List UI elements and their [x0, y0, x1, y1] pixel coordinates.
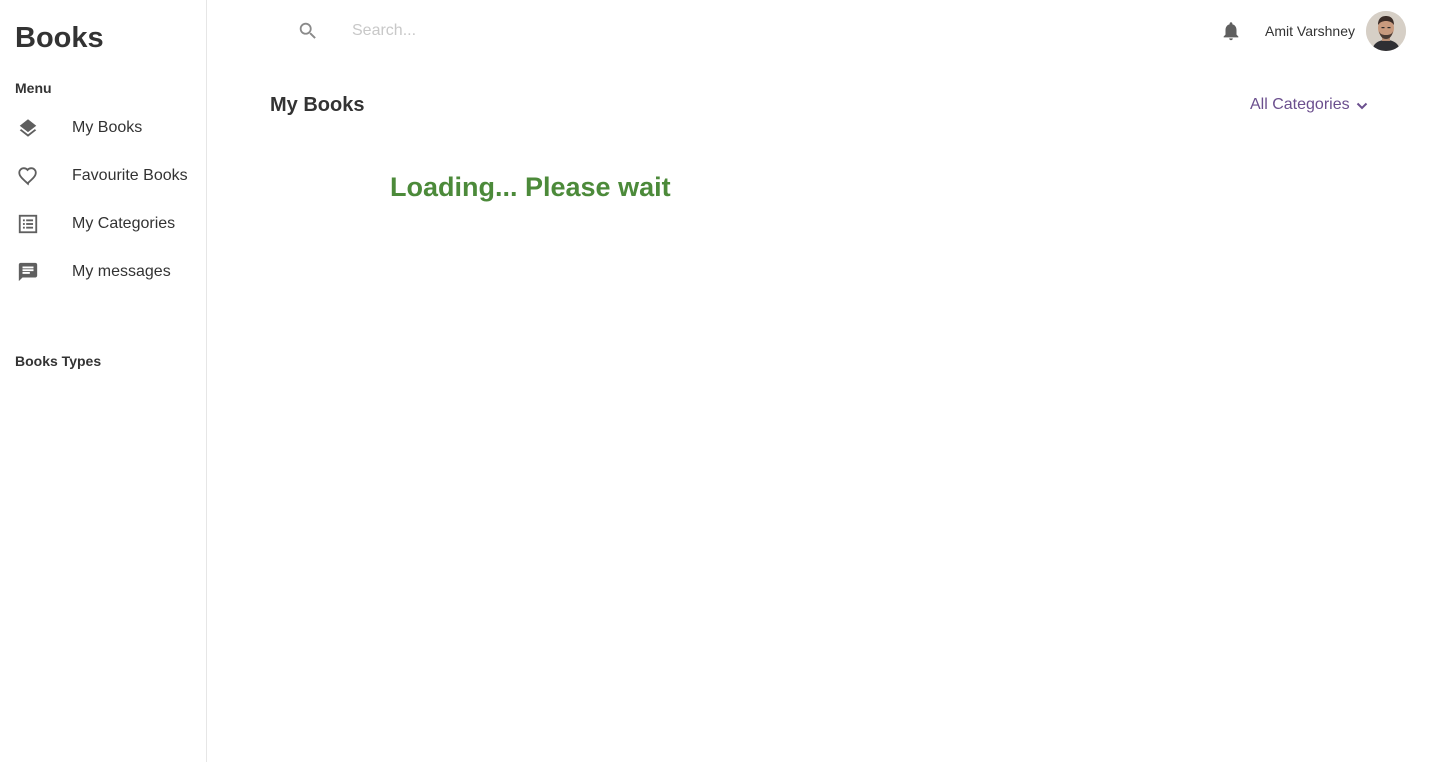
- page-title: My Books: [270, 94, 365, 116]
- list-icon: [17, 213, 39, 235]
- chevron-down-icon: [1356, 99, 1368, 111]
- sidebar-item-my-books[interactable]: My Books: [0, 108, 206, 148]
- sidebar-item-label: My messages: [72, 263, 171, 280]
- books-types-heading: Books Types: [15, 353, 102, 369]
- loading-message: Loading... Please wait: [390, 172, 671, 202]
- search-input[interactable]: [344, 16, 744, 46]
- app-brand[interactable]: Books: [15, 22, 104, 55]
- sidebar-item-my-messages[interactable]: My messages: [0, 252, 206, 292]
- menu-heading: Menu: [15, 80, 52, 96]
- sidebar-item-label: My Books: [72, 119, 143, 136]
- user-name[interactable]: Amit Varshney: [1265, 23, 1355, 39]
- layers-icon: [17, 117, 39, 139]
- sidebar: Books Menu My Books Favourite Books My C…: [0, 0, 207, 762]
- category-dropdown[interactable]: All Categories: [1250, 96, 1368, 114]
- heart-icon: [17, 165, 39, 187]
- bell-icon[interactable]: [1220, 20, 1242, 42]
- search-icon[interactable]: [297, 20, 319, 42]
- sidebar-item-my-categories[interactable]: My Categories: [0, 204, 206, 244]
- sidebar-item-label: Favourite Books: [72, 167, 188, 184]
- sidebar-item-label: My Categories: [72, 215, 176, 232]
- message-icon: [17, 261, 39, 283]
- avatar[interactable]: [1366, 11, 1406, 51]
- sidebar-item-favourite-books[interactable]: Favourite Books: [0, 156, 206, 196]
- category-dropdown-label: All Categories: [1250, 96, 1350, 113]
